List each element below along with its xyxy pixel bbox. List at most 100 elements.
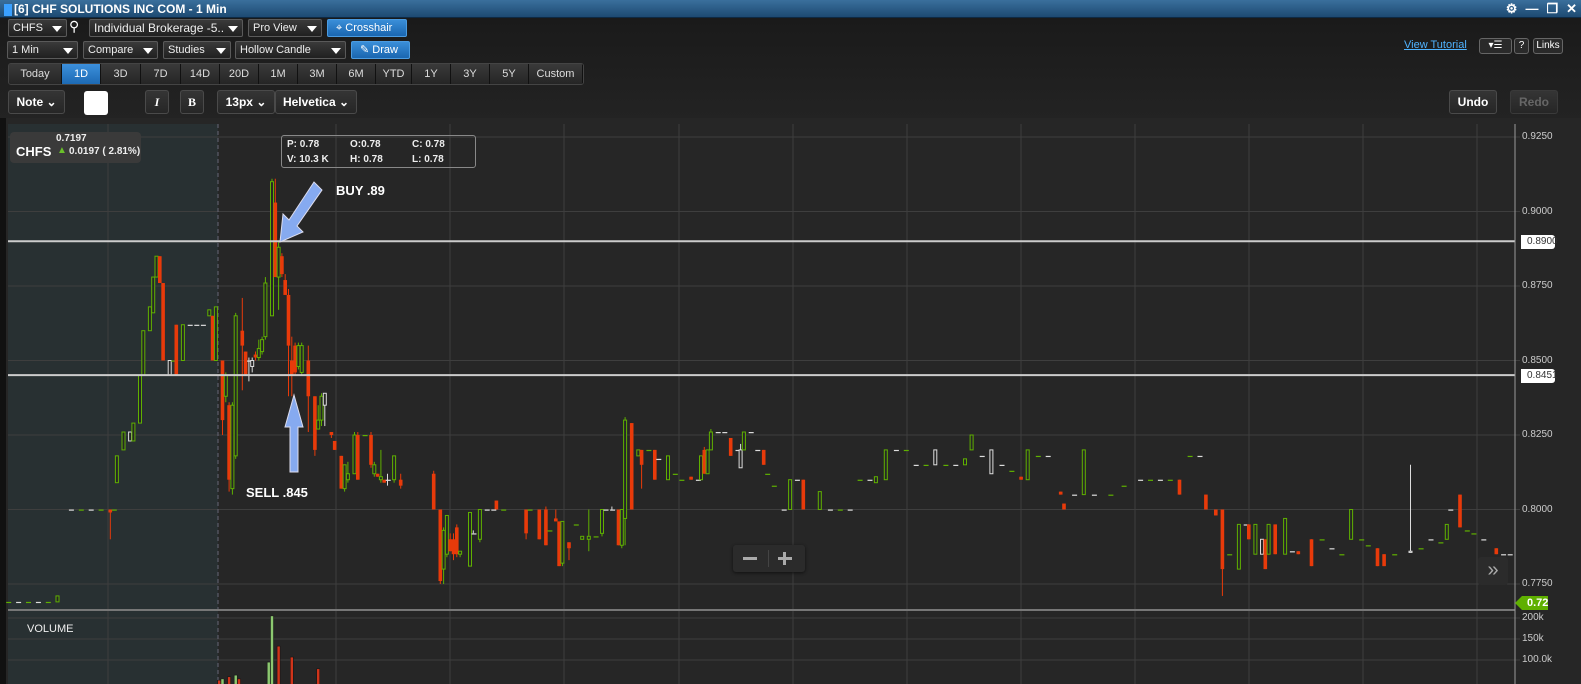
candle bbox=[646, 449, 652, 452]
chevron-down-icon[interactable] bbox=[52, 26, 62, 32]
candle bbox=[893, 449, 899, 452]
candle-body bbox=[194, 324, 200, 326]
candle-body bbox=[1227, 554, 1233, 556]
candle bbox=[296, 342, 301, 370]
link-indicator-icon[interactable] bbox=[4, 3, 12, 16]
view-dropdown[interactable]: Pro View bbox=[248, 19, 322, 37]
candle-body-hollow bbox=[933, 449, 938, 466]
candle bbox=[603, 509, 609, 511]
minimize-icon[interactable]: — bbox=[1525, 0, 1538, 18]
bold-button[interactable]: B bbox=[180, 90, 204, 114]
double-chevron-right-icon: » bbox=[1487, 559, 1499, 581]
range-tab-3y[interactable]: 3Y bbox=[451, 64, 490, 84]
candle-body bbox=[1035, 455, 1041, 458]
candle bbox=[263, 277, 268, 340]
draw-label: Draw bbox=[372, 44, 398, 56]
toolbar: CHFS ⚲ Individual Brokerage -5.. Pro Vie… bbox=[0, 18, 1581, 118]
candle bbox=[1359, 539, 1365, 541]
candle-body bbox=[1247, 524, 1251, 540]
candle-body bbox=[1187, 455, 1193, 458]
candle bbox=[491, 509, 497, 511]
range-tab-3d[interactable]: 3D bbox=[101, 64, 141, 84]
range-tab-ytd[interactable]: YTD bbox=[376, 64, 412, 84]
range-tab-1d[interactable]: 1D bbox=[62, 64, 101, 84]
font-family-dropdown[interactable]: Helvetica ⌄ bbox=[275, 90, 357, 114]
color-swatch[interactable] bbox=[84, 91, 108, 115]
redo-button[interactable]: Redo bbox=[1510, 90, 1558, 114]
candle bbox=[715, 432, 721, 434]
interval-dropdown[interactable]: 1 Min bbox=[7, 41, 78, 59]
candle-body-hollow bbox=[299, 345, 304, 373]
candle bbox=[1019, 476, 1023, 480]
candle-body bbox=[1148, 479, 1153, 481]
scroll-to-latest-button[interactable]: » bbox=[1478, 557, 1508, 585]
range-tab-1y[interactable]: 1Y bbox=[412, 64, 451, 84]
close-icon[interactable]: ✕ bbox=[1566, 0, 1577, 18]
candle-body bbox=[45, 601, 51, 604]
candle bbox=[979, 455, 985, 458]
undo-button[interactable]: Undo bbox=[1449, 90, 1497, 114]
candle-body-hollow bbox=[444, 514, 449, 555]
buy-annotation[interactable]: BUY .89 bbox=[336, 183, 385, 198]
price-chart[interactable] bbox=[0, 118, 1581, 684]
zoom-out-icon[interactable] bbox=[743, 557, 757, 560]
volume-bar bbox=[220, 678, 225, 684]
candle-body bbox=[369, 435, 373, 465]
note-dropdown[interactable]: Note ⌄ bbox=[8, 90, 65, 114]
restore-icon[interactable]: ❐ bbox=[1546, 0, 1558, 18]
candle-body bbox=[547, 530, 553, 532]
candle-body bbox=[398, 479, 403, 486]
sell-annotation[interactable]: SELL .845 bbox=[246, 485, 308, 500]
candle bbox=[1507, 554, 1513, 556]
candle-body bbox=[1464, 530, 1470, 532]
account-dropdown[interactable]: Individual Brokerage -5.. bbox=[89, 19, 243, 37]
y-tick-label: 0.8250 bbox=[1522, 429, 1553, 440]
studies-dropdown[interactable]: Studies bbox=[163, 41, 231, 59]
crosshair-button[interactable]: ⌖ Crosshair bbox=[327, 19, 407, 37]
candle bbox=[1444, 523, 1449, 540]
search-icon[interactable]: ⚲ bbox=[69, 18, 79, 35]
candle bbox=[431, 470, 436, 510]
draw-button[interactable]: ✎ Draw bbox=[351, 41, 410, 59]
candle-body bbox=[656, 458, 662, 461]
italic-button[interactable]: I bbox=[145, 90, 169, 114]
quote-box: 0.7197 CHFS ▲ 0.0197 ( 2.81%) bbox=[10, 132, 141, 163]
range-tab-5y[interactable]: 5Y bbox=[490, 64, 529, 84]
candle bbox=[158, 256, 162, 284]
view-tutorial-link[interactable]: View Tutorial bbox=[1404, 39, 1467, 51]
candle-body-hollow bbox=[738, 449, 743, 469]
range-tab-6m[interactable]: 6M bbox=[337, 64, 376, 84]
compare-dropdown[interactable]: Compare bbox=[83, 41, 158, 59]
candle bbox=[1365, 545, 1371, 547]
menu-button[interactable]: ▾☰ bbox=[1479, 38, 1512, 54]
tooltip-close: C: 0.78 bbox=[412, 139, 445, 150]
candle bbox=[573, 524, 579, 526]
candle bbox=[167, 360, 172, 376]
font-size-dropdown[interactable]: 13px ⌄ bbox=[217, 90, 275, 114]
help-button[interactable]: ? bbox=[1514, 38, 1529, 54]
candle-body-hollow bbox=[741, 431, 746, 451]
range-tab-7d[interactable]: 7D bbox=[141, 64, 181, 84]
range-tab-1m[interactable]: 1M bbox=[259, 64, 298, 84]
candle-body bbox=[903, 449, 909, 452]
candle-body-hollow bbox=[316, 419, 321, 430]
candle bbox=[619, 509, 624, 549]
candle bbox=[867, 479, 873, 481]
candle bbox=[1062, 503, 1066, 510]
links-button[interactable]: Links bbox=[1533, 38, 1563, 54]
candle bbox=[794, 479, 800, 481]
candle bbox=[963, 458, 967, 466]
chart-type-dropdown[interactable]: Hollow Candle bbox=[235, 41, 346, 59]
candle bbox=[187, 324, 193, 326]
candle-body bbox=[1359, 539, 1365, 541]
candle-body-hollow bbox=[213, 306, 218, 361]
range-tab-14d[interactable]: 14D bbox=[181, 64, 220, 84]
candle-body-hollow bbox=[392, 455, 397, 481]
range-tab-today[interactable]: Today bbox=[9, 64, 62, 84]
range-tab-custom[interactable]: Custom bbox=[529, 64, 583, 84]
symbol-input[interactable]: CHFS bbox=[8, 19, 67, 37]
range-tab-20d[interactable]: 20D bbox=[220, 64, 259, 84]
candle-body-hollow bbox=[378, 476, 383, 481]
settings-icon[interactable]: ⚙ bbox=[1506, 0, 1518, 18]
range-tab-3m[interactable]: 3M bbox=[298, 64, 337, 84]
